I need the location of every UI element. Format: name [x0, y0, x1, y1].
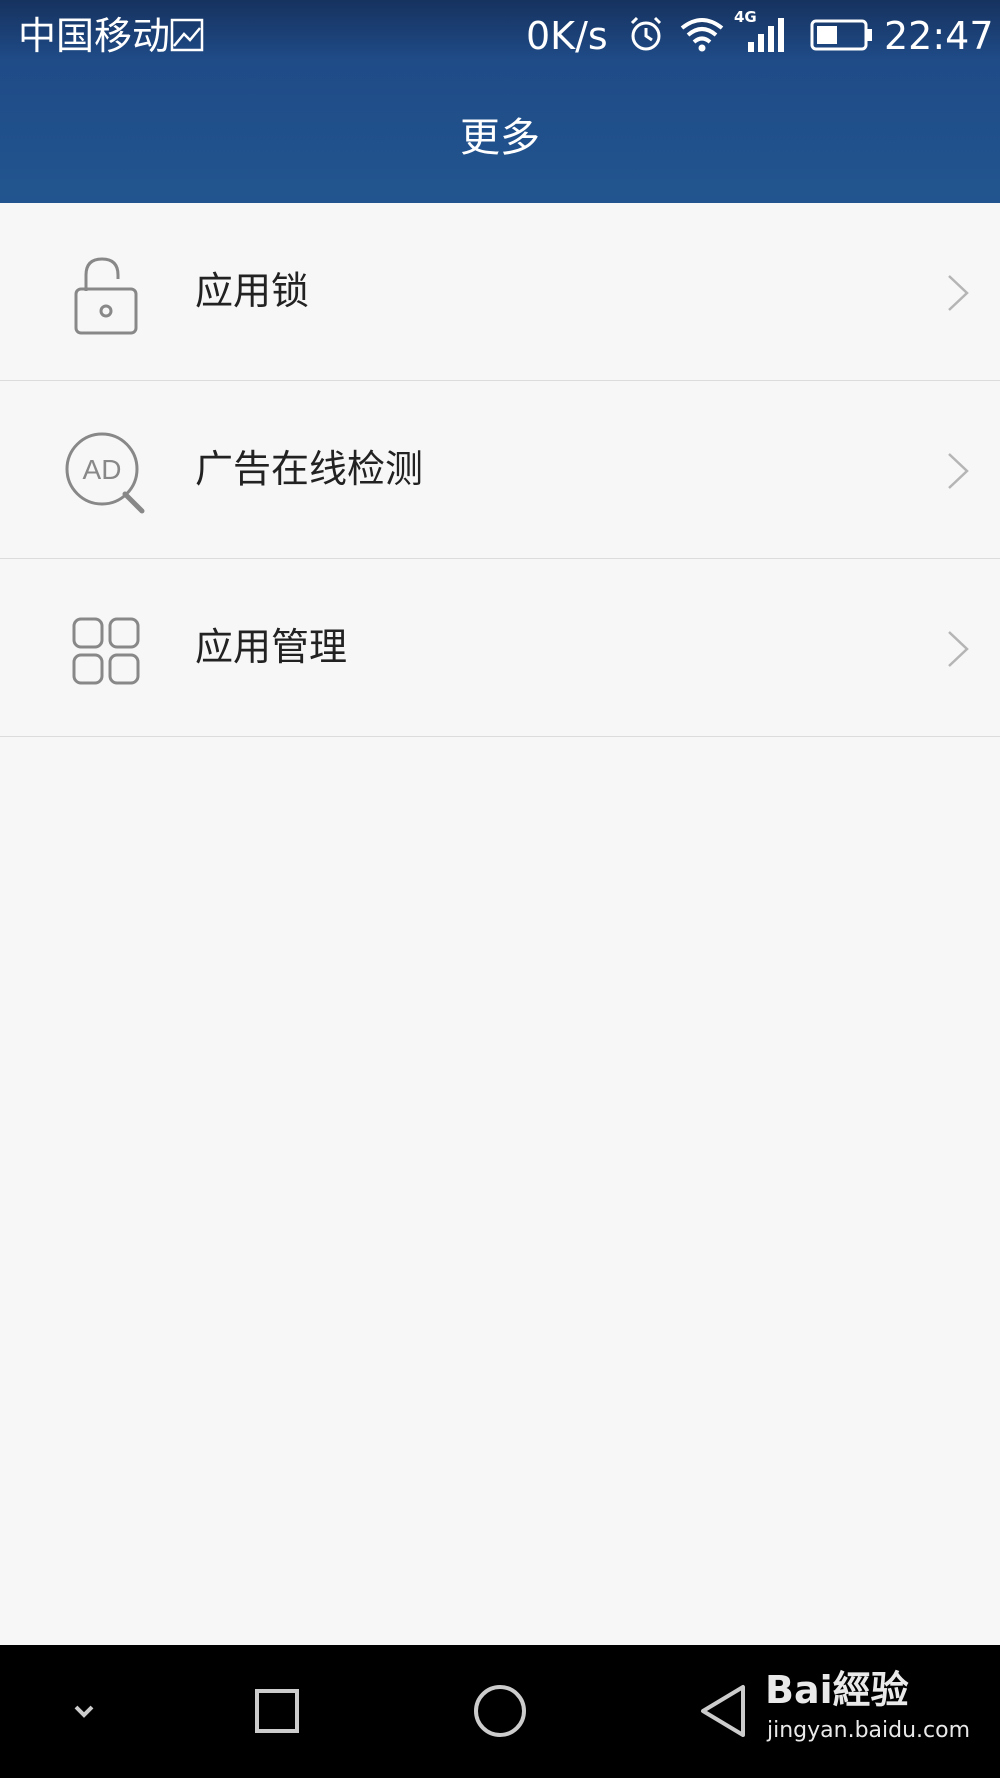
wifi-icon: [680, 18, 724, 52]
gallery-icon: [170, 18, 204, 52]
status-bar: 中国移动 0K/s 4G 22:47: [0, 0, 1000, 72]
carrier-name: 中国移动: [18, 14, 171, 58]
menu-item-ad-detection[interactable]: AD 广告在线检测: [0, 381, 1000, 559]
menu-item-label: 应用锁: [195, 269, 310, 313]
navigation-bar: Bai經验 jingyan.baidu.com: [0, 1645, 1000, 1778]
chevron-right-icon: [948, 631, 969, 667]
menu-item-app-management[interactable]: 应用管理: [0, 559, 1000, 737]
alarm-icon: [630, 16, 662, 51]
svg-text:AD: AD: [83, 454, 122, 485]
home-icon[interactable]: [460, 1671, 540, 1751]
collapse-chevron-icon[interactable]: [44, 1671, 124, 1751]
clock: 22:47: [884, 14, 994, 58]
app-header: 中国移动 0K/s 4G 22:47 更多: [0, 0, 1000, 203]
unlocked-padlock-icon: [74, 257, 138, 335]
menu-list: 应用锁 AD 广告在线检测 应用管理: [0, 203, 1000, 737]
baidu-jingyan-watermark: Bai經验 jingyan.baidu.com: [765, 1667, 970, 1757]
title-bar: 更多: [0, 72, 1000, 203]
page-title: 更多: [460, 115, 540, 161]
watermark-url: jingyan.baidu.com: [767, 1718, 971, 1743]
ad-search-icon: AD: [65, 432, 145, 514]
menu-item-app-lock[interactable]: 应用锁: [0, 203, 1000, 381]
more-screen: 中国移动 0K/s 4G 22:47 更多 应用锁 AD 广告在线检测 应用管理…: [0, 0, 1000, 1778]
recent-apps-icon[interactable]: [237, 1671, 317, 1751]
back-icon[interactable]: [683, 1671, 763, 1751]
chevron-right-icon: [948, 275, 969, 311]
network-speed: 0K/s: [526, 14, 608, 58]
watermark-logo: Bai經验: [765, 1668, 909, 1712]
battery-icon: [810, 19, 872, 51]
menu-item-label: 应用管理: [195, 625, 348, 669]
menu-item-label: 广告在线检测: [195, 447, 424, 491]
app-grid-icon: [72, 617, 140, 685]
chevron-right-icon: [948, 453, 969, 489]
signal-icon: [748, 18, 784, 52]
